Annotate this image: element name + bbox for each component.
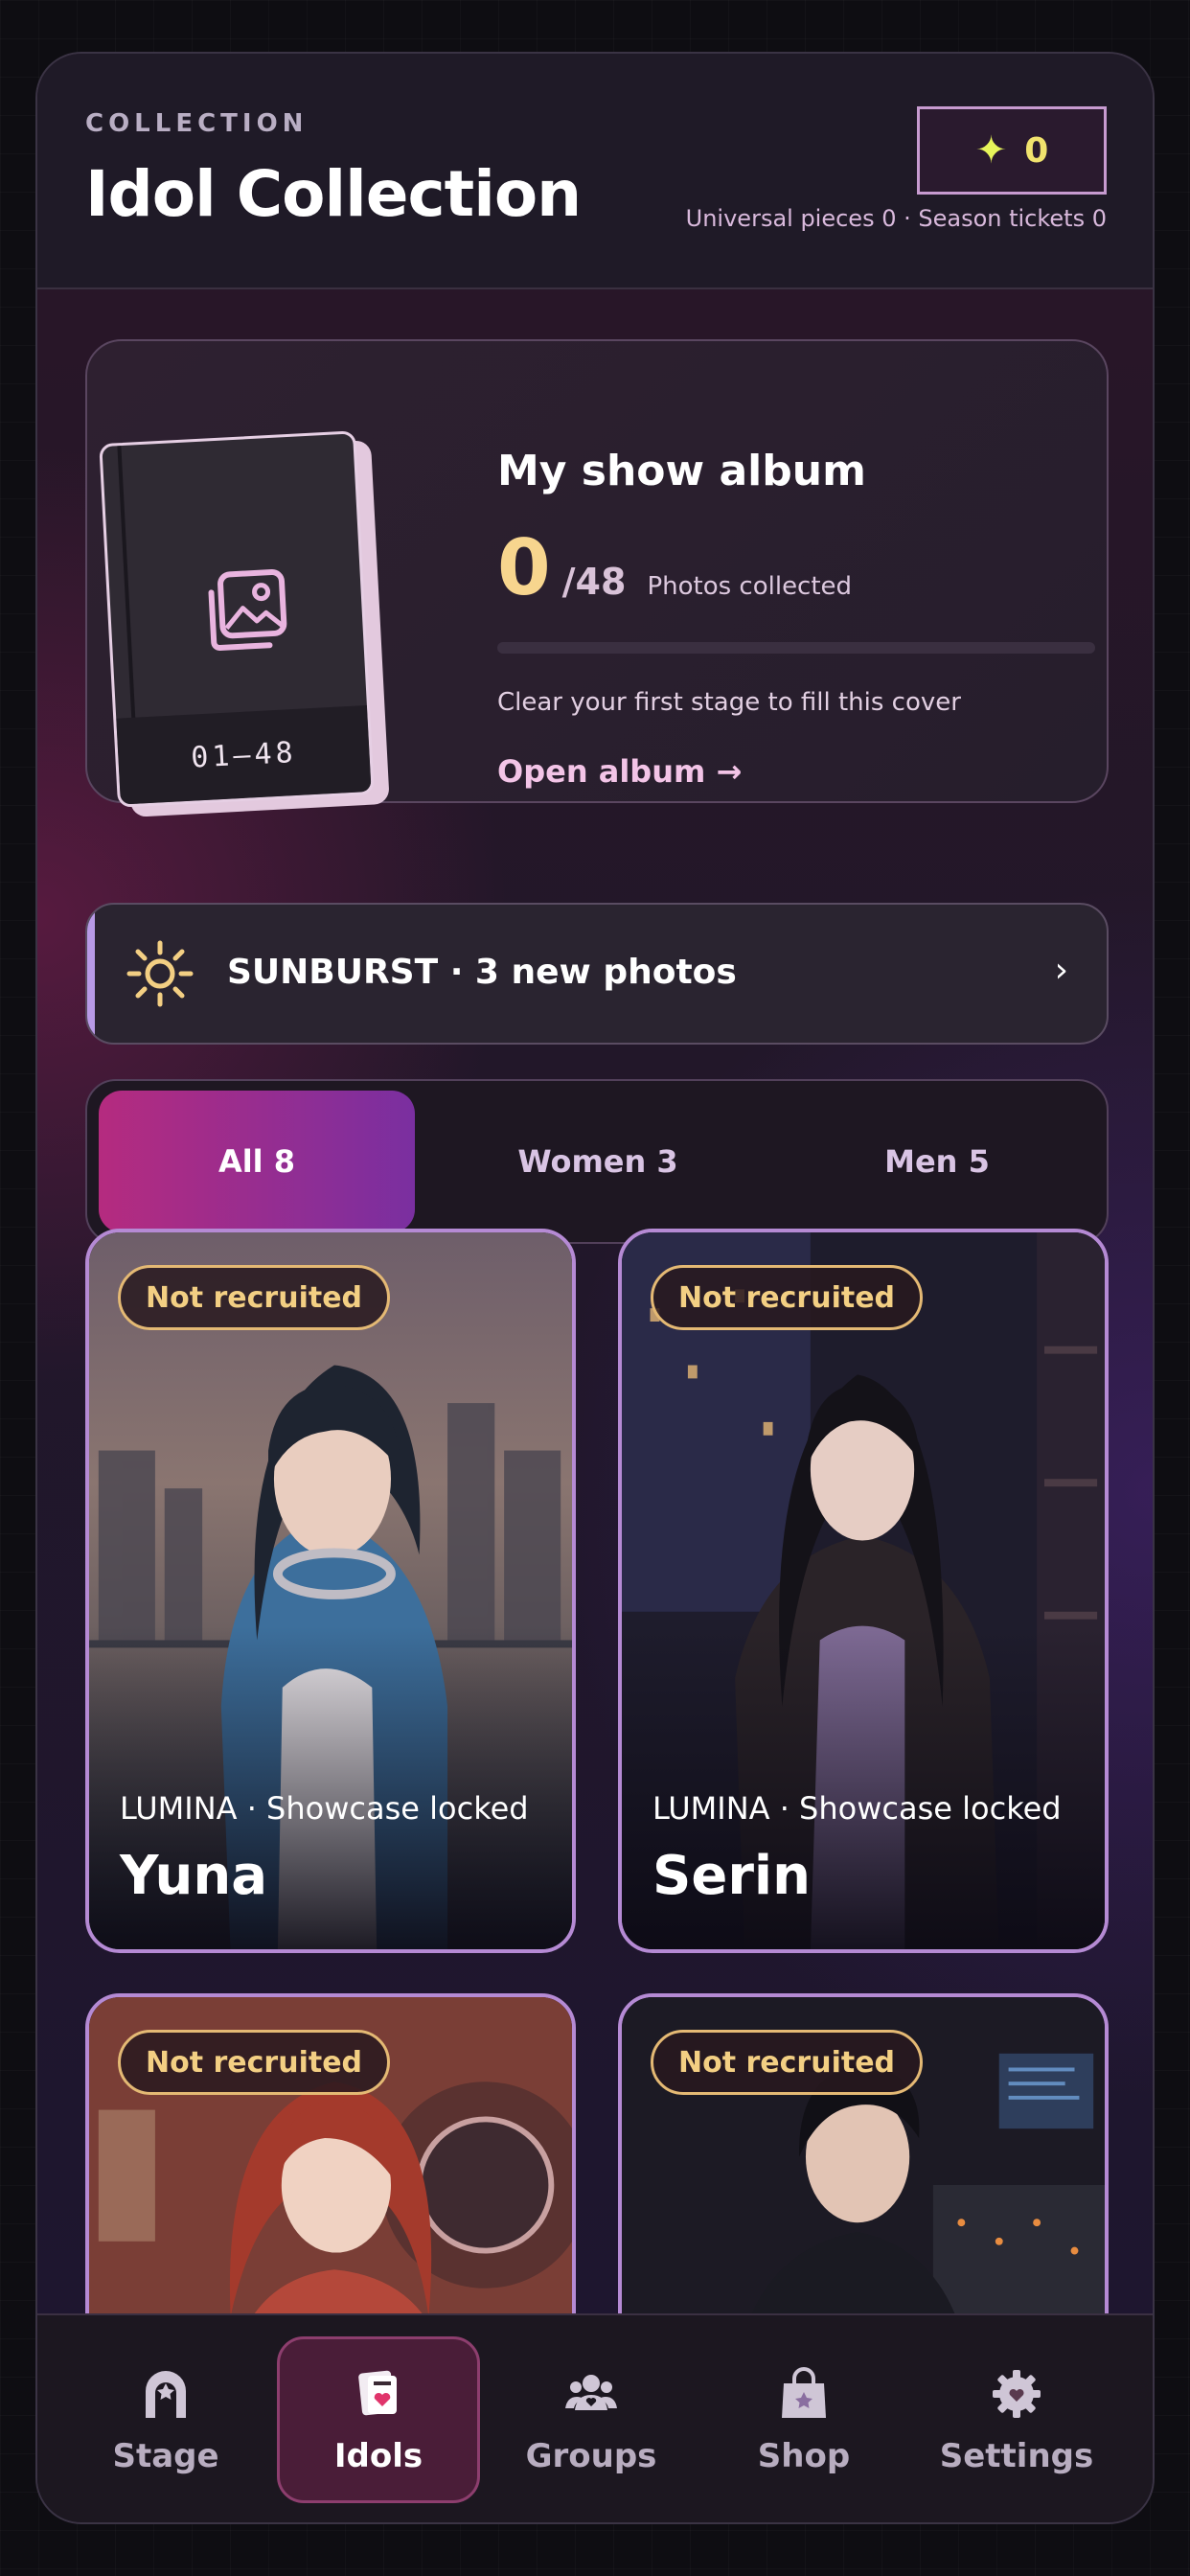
idol-meta: LUMINA · Showcase locked xyxy=(652,1790,1062,1827)
status-badge: Not recruited xyxy=(651,2030,924,2095)
open-album-link[interactable]: Open album → xyxy=(497,753,742,790)
status-badge: Not recruited xyxy=(118,1265,391,1330)
star-currency-pill[interactable]: ✦ 0 xyxy=(917,106,1107,195)
album-hint: Clear your first stage to fill this cove… xyxy=(497,688,961,717)
tab-settings[interactable]: Settings xyxy=(915,2336,1118,2503)
album-range-label: 01—48 xyxy=(116,705,372,805)
filter-all[interactable]: All 8 xyxy=(99,1091,415,1232)
tab-groups[interactable]: Groups xyxy=(490,2336,693,2503)
header: COLLECTION Idol Collection ✦ 0 Universal… xyxy=(37,54,1153,289)
photo-icon xyxy=(208,569,287,651)
stage-icon xyxy=(146,2371,186,2418)
album-progress-bar xyxy=(497,642,1095,654)
bottom-tab-bar: Stage Idols Groups Shop Settings xyxy=(37,2313,1153,2522)
star-count: 0 xyxy=(1024,130,1049,171)
banner-text: SUNBURST · 3 new photos xyxy=(227,953,737,992)
section-eyebrow: COLLECTION xyxy=(85,109,309,138)
filter-women[interactable]: Women 3 xyxy=(440,1091,756,1232)
idol-card-yuna[interactable]: Not recruited LUMINA · Showcase locked Y… xyxy=(85,1229,576,1953)
chevron-right-icon: › xyxy=(1054,951,1068,990)
settings-icon xyxy=(993,2370,1041,2418)
filter-men[interactable]: Men 5 xyxy=(779,1091,1095,1232)
idol-meta: LUMINA · Showcase locked xyxy=(120,1790,529,1827)
new-photos-banner[interactable]: SUNBURST · 3 new photos › xyxy=(85,903,1109,1045)
album-book-cover[interactable]: 01—48 xyxy=(99,430,375,808)
album-title: My show album xyxy=(497,447,866,495)
collected-count: 0 xyxy=(497,523,551,612)
idol-card-serin[interactable]: Not recruited LUMINA · Showcase locked S… xyxy=(618,1229,1109,1953)
app-screen: COLLECTION Idol Collection ✦ 0 Universal… xyxy=(35,52,1155,2524)
shop-icon xyxy=(782,2367,826,2418)
tab-label: Settings xyxy=(939,2437,1094,2475)
tab-label: Stage xyxy=(112,2437,219,2475)
status-badge: Not recruited xyxy=(118,2030,391,2095)
collected-total: /48 xyxy=(561,561,627,603)
idol-name: Serin xyxy=(652,1845,811,1907)
banner-accent xyxy=(87,905,95,1043)
gender-filter: All 8 Women 3 Men 5 xyxy=(85,1079,1109,1244)
resource-summary: Universal pieces 0 · Season tickets 0 xyxy=(685,205,1107,232)
groups-icon xyxy=(565,2375,617,2410)
sparkle-icon: ✦ xyxy=(974,128,1008,172)
tab-shop[interactable]: Shop xyxy=(702,2336,905,2503)
page-title: Idol Collection xyxy=(85,157,582,231)
tab-label: Groups xyxy=(525,2437,657,2475)
tab-label: Shop xyxy=(757,2437,851,2475)
collected-label: Photos collected xyxy=(647,572,853,601)
tab-label: Idols xyxy=(333,2437,423,2475)
idol-name: Yuna xyxy=(120,1845,267,1907)
idols-icon xyxy=(358,2370,397,2416)
tab-stage[interactable]: Stage xyxy=(64,2336,267,2503)
status-badge: Not recruited xyxy=(651,1265,924,1330)
tab-idols[interactable]: Idols xyxy=(277,2336,480,2503)
album-count: 0 /48 Photos collected xyxy=(497,523,852,612)
sun-icon xyxy=(126,940,194,1007)
